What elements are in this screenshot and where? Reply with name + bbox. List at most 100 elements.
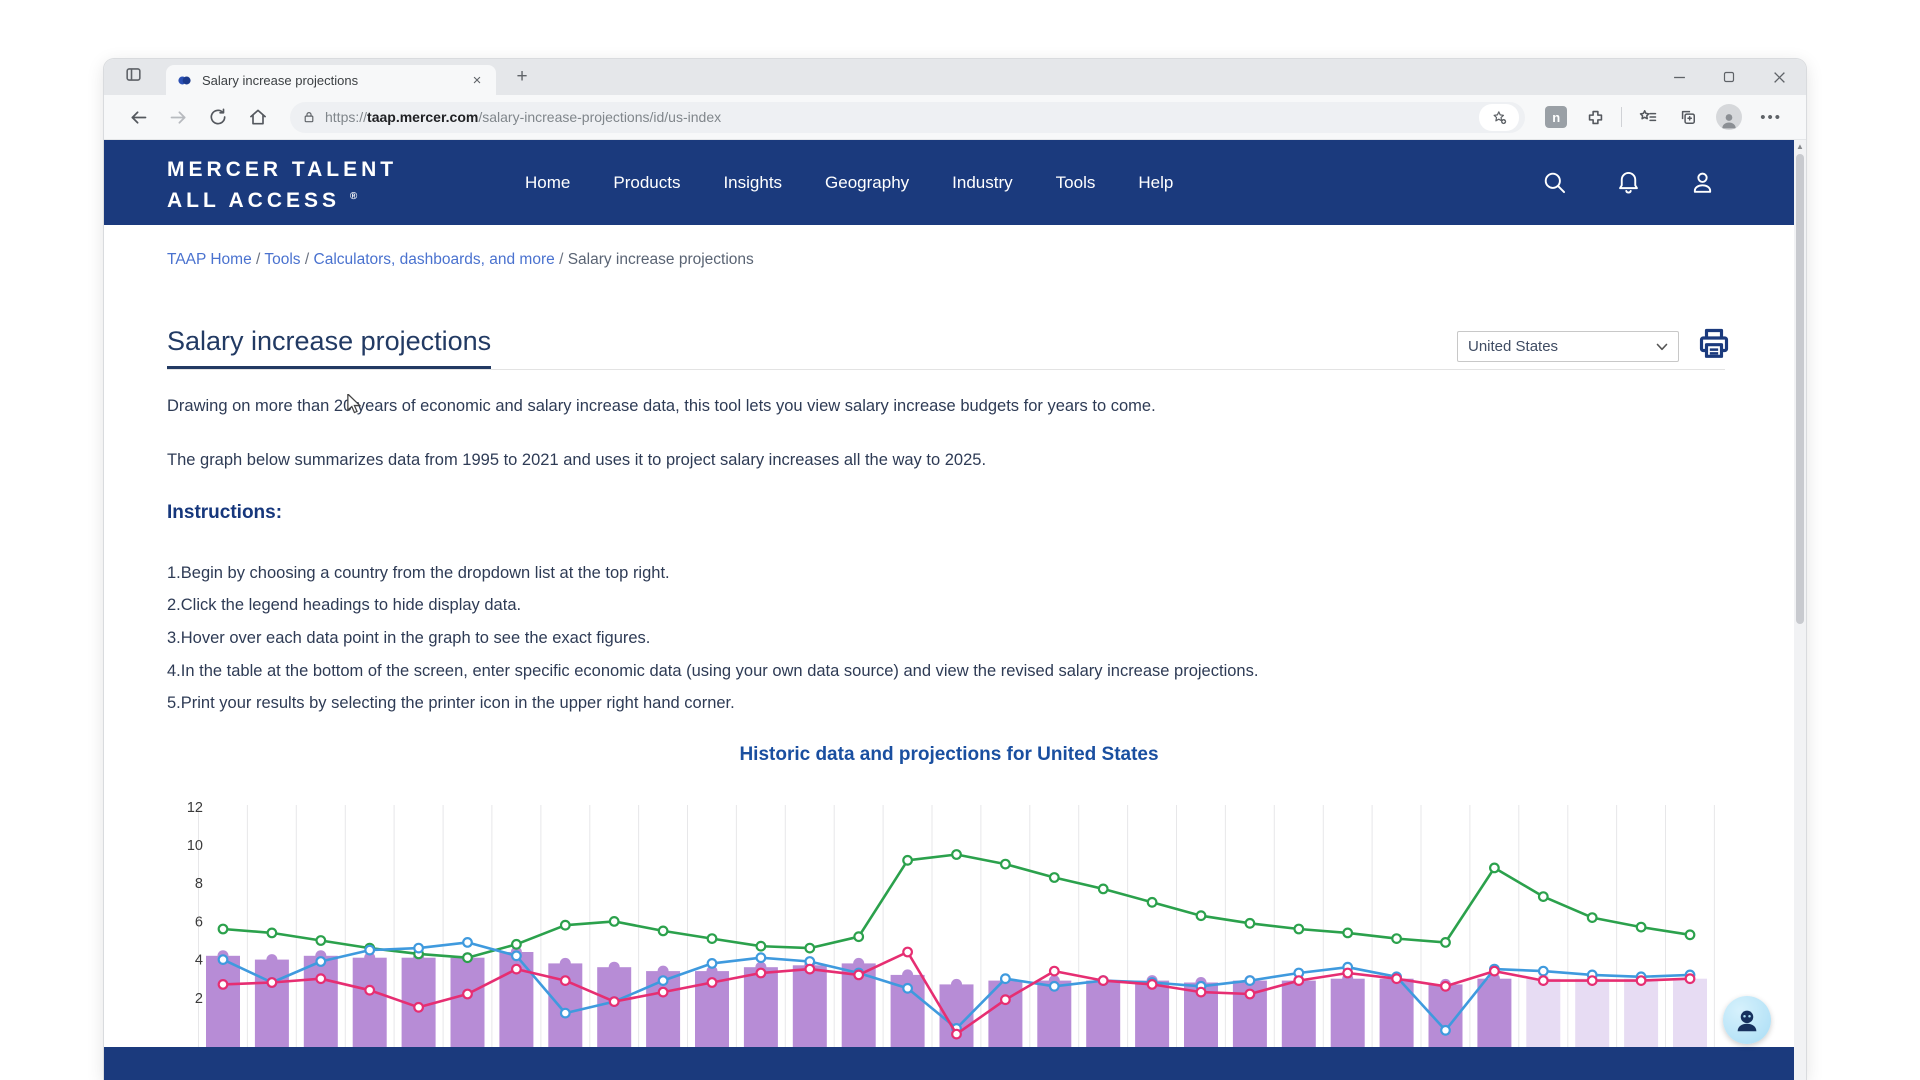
- data-point[interactable]: [414, 944, 423, 953]
- bar-cap[interactable]: [609, 962, 620, 973]
- data-point[interactable]: [610, 917, 619, 926]
- data-point[interactable]: [659, 927, 668, 936]
- forward-icon[interactable]: [163, 102, 193, 132]
- data-point[interactable]: [854, 971, 863, 980]
- data-point[interactable]: [1343, 969, 1352, 978]
- data-point[interactable]: [512, 952, 521, 961]
- bar[interactable]: [1624, 979, 1658, 1047]
- add-favorite-icon[interactable]: [1479, 104, 1519, 131]
- bar-cap[interactable]: [951, 979, 962, 990]
- bar[interactable]: [304, 956, 338, 1047]
- menu-insights[interactable]: Insights: [723, 173, 782, 193]
- bar[interactable]: [206, 956, 240, 1047]
- data-point[interactable]: [1637, 923, 1646, 932]
- data-point[interactable]: [806, 965, 815, 974]
- maximize-icon[interactable]: [1708, 62, 1750, 92]
- bar[interactable]: [793, 965, 827, 1047]
- new-tab-button[interactable]: +: [508, 63, 536, 91]
- data-point[interactable]: [1148, 898, 1157, 907]
- menu-geography[interactable]: Geography: [825, 173, 909, 193]
- tab-layout-button[interactable]: [120, 65, 146, 89]
- data-point[interactable]: [1686, 931, 1695, 940]
- data-point[interactable]: [854, 932, 863, 941]
- data-point[interactable]: [561, 976, 570, 985]
- data-point[interactable]: [365, 946, 374, 955]
- data-point[interactable]: [317, 974, 326, 983]
- menu-home[interactable]: Home: [525, 173, 570, 193]
- refresh-icon[interactable]: [203, 102, 233, 132]
- data-point[interactable]: [659, 988, 668, 997]
- data-point[interactable]: [757, 942, 766, 951]
- tab-close-icon[interactable]: ×: [468, 72, 486, 89]
- data-point[interactable]: [903, 856, 912, 865]
- more-options-icon[interactable]: •••: [1760, 109, 1782, 126]
- data-point[interactable]: [1050, 873, 1059, 882]
- data-point[interactable]: [1392, 974, 1401, 983]
- data-point[interactable]: [1197, 988, 1206, 997]
- data-point[interactable]: [1001, 974, 1010, 983]
- printer-icon[interactable]: [1693, 322, 1735, 364]
- browser-tab[interactable]: Salary increase projections ×: [166, 65, 496, 95]
- profile-avatar[interactable]: [1716, 104, 1742, 130]
- data-point[interactable]: [1343, 929, 1352, 938]
- menu-industry[interactable]: Industry: [952, 173, 1012, 193]
- breadcrumb-calculators[interactable]: Calculators, dashboards, and more: [314, 251, 555, 268]
- bar-cap[interactable]: [266, 954, 277, 965]
- data-point[interactable]: [463, 953, 472, 962]
- data-point[interactable]: [1295, 925, 1304, 934]
- menu-help[interactable]: Help: [1138, 173, 1173, 193]
- data-point[interactable]: [219, 955, 228, 964]
- menu-tools[interactable]: Tools: [1056, 173, 1096, 193]
- bar[interactable]: [744, 967, 778, 1047]
- breadcrumb-tools[interactable]: Tools: [264, 251, 300, 268]
- bar[interactable]: [353, 958, 387, 1047]
- data-point[interactable]: [757, 953, 766, 962]
- chat-widget-button[interactable]: [1723, 996, 1771, 1044]
- data-point[interactable]: [219, 925, 228, 934]
- address-bar[interactable]: https://taap.mercer.com/salary-increase-…: [290, 102, 1525, 133]
- bar[interactable]: [1477, 979, 1511, 1047]
- bar[interactable]: [255, 960, 289, 1047]
- data-point[interactable]: [1001, 995, 1010, 1004]
- data-point[interactable]: [365, 986, 374, 995]
- data-point[interactable]: [1197, 911, 1206, 920]
- data-point[interactable]: [414, 1003, 423, 1012]
- data-point[interactable]: [708, 959, 717, 968]
- data-point[interactable]: [1539, 967, 1548, 976]
- data-point[interactable]: [1295, 976, 1304, 985]
- bar[interactable]: [1086, 981, 1120, 1047]
- menu-products[interactable]: Products: [613, 173, 680, 193]
- data-point[interactable]: [317, 936, 326, 945]
- data-point[interactable]: [757, 969, 766, 978]
- home-icon[interactable]: [243, 102, 273, 132]
- data-point[interactable]: [561, 1009, 570, 1018]
- data-point[interactable]: [952, 850, 961, 859]
- data-point[interactable]: [708, 978, 717, 987]
- data-point[interactable]: [1686, 974, 1695, 983]
- data-point[interactable]: [1099, 885, 1108, 894]
- data-point[interactable]: [1441, 1026, 1450, 1035]
- data-point[interactable]: [268, 929, 277, 938]
- bar[interactable]: [451, 958, 485, 1047]
- extensions-icon[interactable]: [1580, 102, 1610, 132]
- data-point[interactable]: [1246, 976, 1255, 985]
- data-point[interactable]: [1490, 967, 1499, 976]
- mercer-taap-logo[interactable]: MERCER TALENT ALL ACCESS ®: [167, 156, 397, 214]
- data-point[interactable]: [1148, 980, 1157, 989]
- data-point[interactable]: [1441, 982, 1450, 991]
- data-point[interactable]: [659, 976, 668, 985]
- data-point[interactable]: [1001, 860, 1010, 869]
- search-icon[interactable]: [1541, 169, 1568, 196]
- data-point[interactable]: [1441, 938, 1450, 947]
- data-point[interactable]: [512, 940, 521, 949]
- data-point[interactable]: [952, 1030, 961, 1039]
- data-point[interactable]: [610, 997, 619, 1006]
- data-point[interactable]: [903, 984, 912, 993]
- bar[interactable]: [1135, 981, 1169, 1047]
- close-icon[interactable]: [1758, 62, 1800, 92]
- collections-icon[interactable]: [1673, 102, 1703, 132]
- bar[interactable]: [1575, 979, 1609, 1047]
- data-point[interactable]: [1539, 976, 1548, 985]
- n-extension-icon[interactable]: n: [1545, 106, 1567, 128]
- user-icon[interactable]: [1689, 169, 1716, 196]
